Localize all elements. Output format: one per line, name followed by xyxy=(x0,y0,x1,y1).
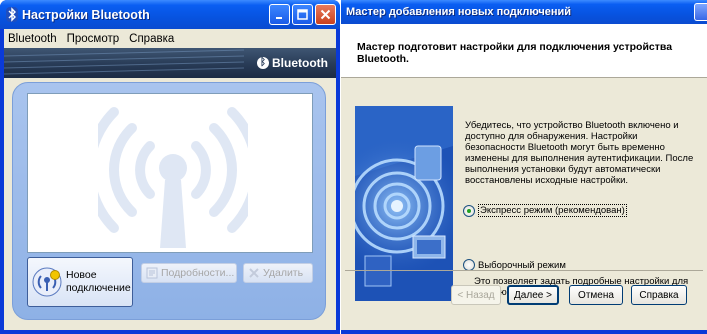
remove-icon xyxy=(249,268,259,278)
wizard-title-bar[interactable]: Мастер добавления новых подключений xyxy=(341,0,707,24)
details-button[interactable]: Подробности... xyxy=(141,263,237,283)
new-connection-label-line1: Новое xyxy=(66,269,97,281)
details-label: Подробности... xyxy=(161,267,235,279)
bluetooth-logo: ᛒ Bluetooth xyxy=(257,56,328,70)
menu-view[interactable]: Просмотр xyxy=(67,33,120,45)
bluetooth-logo-text: Bluetooth xyxy=(272,56,328,70)
remove-label: Удалить xyxy=(263,267,304,279)
new-connection-button[interactable]: Новое подключение xyxy=(27,257,133,307)
back-button[interactable]: < Назад xyxy=(451,285,501,305)
remove-button[interactable]: Удалить xyxy=(243,263,313,283)
decorative-stripes-icon xyxy=(4,49,244,75)
next-button[interactable]: Далее > xyxy=(507,285,559,305)
minimize-icon[interactable] xyxy=(269,4,290,25)
help-icon[interactable] xyxy=(694,3,707,21)
properties-icon xyxy=(146,267,158,279)
wizard-bluetooth-art-icon xyxy=(355,106,453,301)
settings-client-area: Новое подключение Подробности... Удалить xyxy=(4,78,336,330)
help-button[interactable]: Справка xyxy=(631,285,687,305)
bluetooth-settings-window: Настройки Bluetooth Bluetooth Просмотр С… xyxy=(0,0,340,334)
new-connection-icon xyxy=(32,267,62,297)
connection-wizard-window: Мастер добавления новых подключений Маст… xyxy=(341,0,707,334)
close-icon[interactable] xyxy=(315,4,336,25)
bluetooth-signal-watermark-icon xyxy=(98,107,248,248)
device-list[interactable] xyxy=(27,93,313,253)
devices-panel: Новое подключение Подробности... Удалить xyxy=(12,82,326,320)
wizard-divider xyxy=(345,270,703,271)
menu-help[interactable]: Справка xyxy=(129,33,174,45)
express-mode-label: Экспресс режим (рекомендован) xyxy=(478,204,627,217)
wizard-header: Мастер подготовит настройки для подключе… xyxy=(341,24,707,78)
express-mode-option[interactable]: Экспресс режим (рекомендован) xyxy=(463,204,627,217)
window-title: Настройки Bluetooth xyxy=(22,7,150,22)
title-bar[interactable]: Настройки Bluetooth xyxy=(0,0,340,29)
bluetooth-rune-icon: ᛒ xyxy=(257,57,269,69)
bluetooth-banner: ᛒ Bluetooth xyxy=(4,48,336,78)
new-connection-label-line2: подключение xyxy=(66,282,131,294)
wizard-description: Убедитесь, что устройство Bluetooth вклю… xyxy=(465,120,694,186)
custom-mode-label: Выборочный режим xyxy=(478,259,566,271)
cancel-button[interactable]: Отмена xyxy=(569,285,623,305)
menu-bluetooth[interactable]: Bluetooth xyxy=(8,33,57,45)
wizard-title: Мастер добавления новых подключений xyxy=(346,6,572,18)
menu-bar: Bluetooth Просмотр Справка xyxy=(4,29,336,48)
bluetooth-icon xyxy=(6,7,18,22)
maximize-icon[interactable] xyxy=(292,4,313,25)
express-mode-radio[interactable] xyxy=(463,204,475,217)
wizard-heading: Мастер подготовит настройки для подключе… xyxy=(357,41,673,65)
